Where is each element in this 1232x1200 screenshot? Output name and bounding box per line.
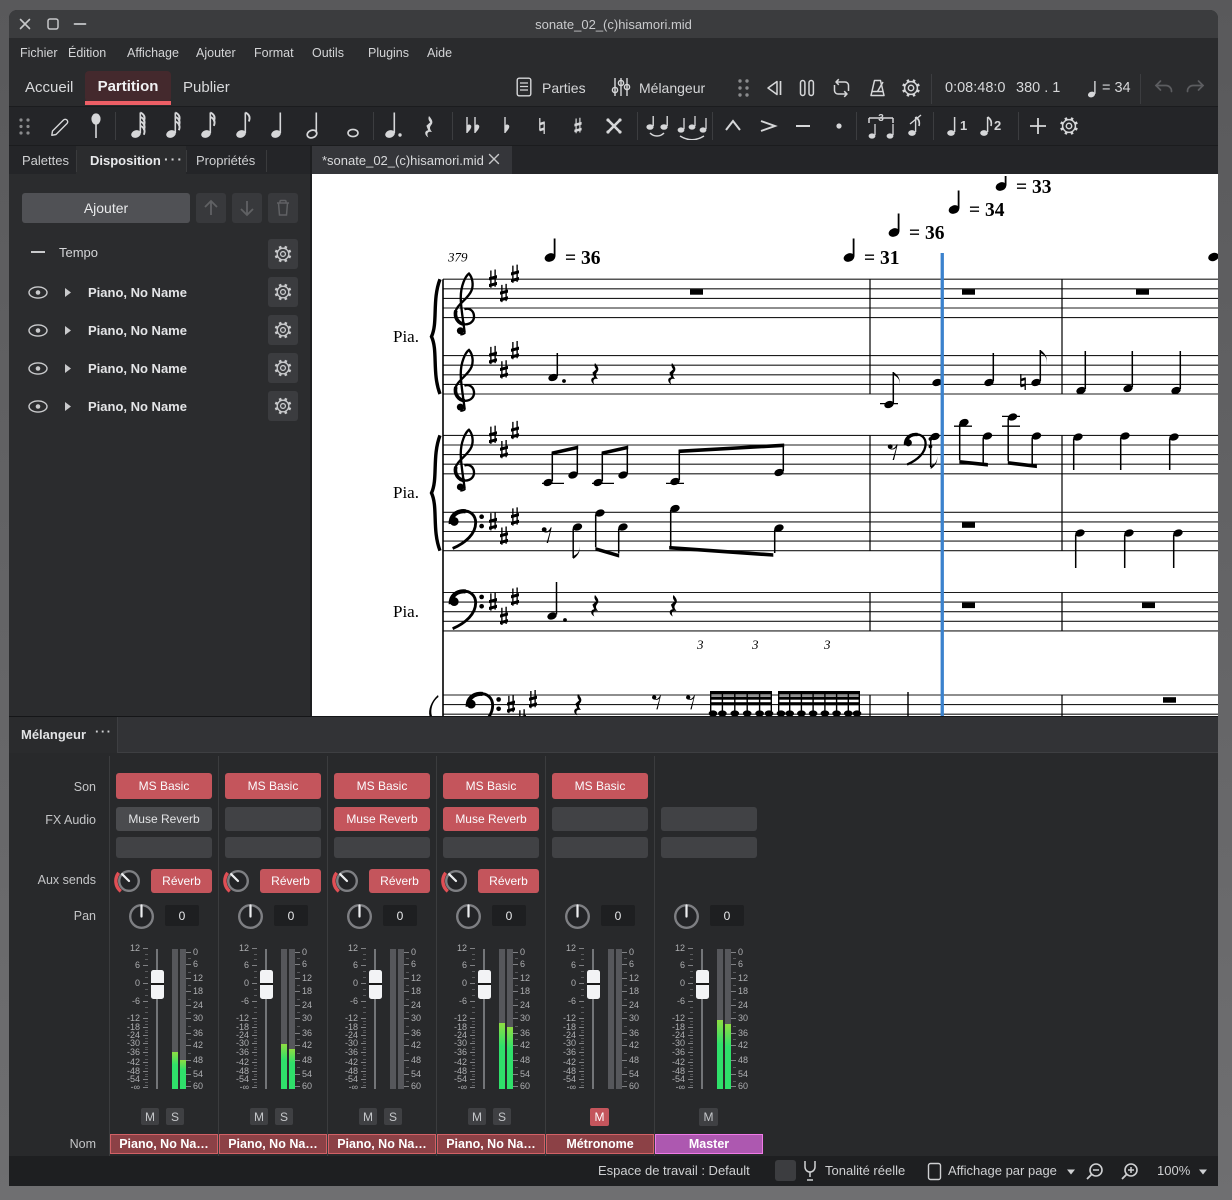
svg-text:= 33: = 33 [1016,177,1052,198]
svg-text:3: 3 [823,637,831,652]
svg-text:3: 3 [751,637,759,652]
svg-text:Pia.: Pia. [393,483,419,502]
svg-text:= 31: = 31 [864,248,900,269]
svg-text:= 36: = 36 [909,223,945,244]
svg-text:3: 3 [696,637,704,652]
svg-text:Pia.: Pia. [393,602,419,621]
svg-text:379: 379 [447,250,468,265]
svg-text:3: 3 [878,113,884,124]
svg-text:= 36: = 36 [565,248,601,269]
svg-text:Pia.: Pia. [393,327,419,346]
svg-text:1: 1 [960,118,967,133]
svg-text:= 34: = 34 [969,200,1005,221]
svg-text:2: 2 [994,118,1001,133]
